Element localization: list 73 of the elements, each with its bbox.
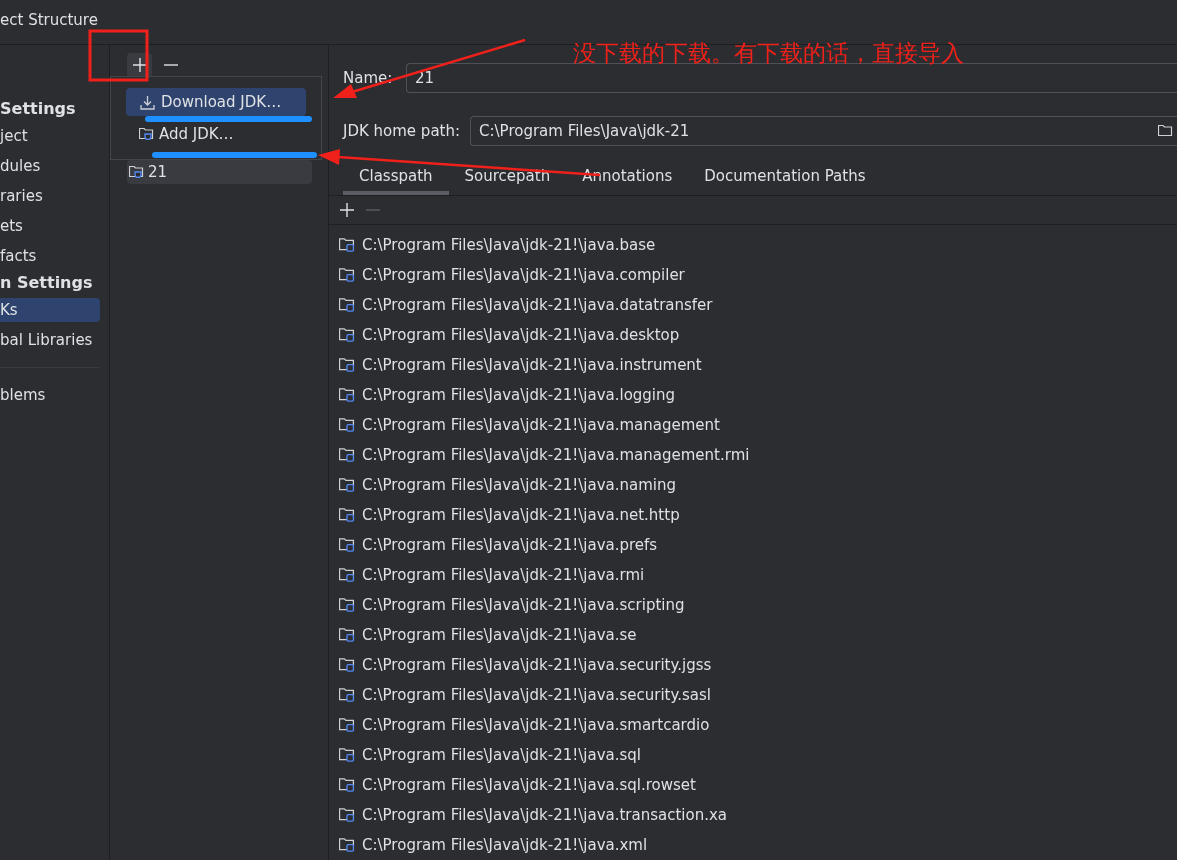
tab[interactable]: Documentation Paths: [688, 160, 882, 195]
classpath-entry[interactable]: C:\Program Files\Java\jdk-21!\java.prefs: [362, 536, 658, 554]
folder-icon: [339, 838, 355, 852]
folder-icon: [339, 328, 355, 342]
classpath-entry[interactable]: C:\Program Files\Java\jdk-21!\java.naming: [362, 476, 676, 494]
folder-icon: [339, 598, 355, 612]
sdk-list-item[interactable]: 21: [127, 160, 312, 184]
folder-icon: [339, 778, 355, 792]
folder-icon: [339, 538, 355, 552]
classpath-entry[interactable]: C:\Program Files\Java\jdk-21!\java.net.http: [362, 506, 680, 524]
sidebar-item[interactable]: ets: [0, 211, 100, 241]
classpath-entry[interactable]: C:\Program Files\Java\jdk-21!\java.logging: [362, 386, 676, 404]
plus-icon: [339, 202, 355, 218]
folder-icon: [339, 478, 355, 492]
folder-icon: [339, 448, 355, 462]
classpath-entry[interactable]: C:\Program Files\Java\jdk-21!\java.management.rmi: [362, 446, 750, 464]
add-button[interactable]: [337, 200, 357, 220]
folder-cup-icon: [129, 166, 144, 178]
folder-icon: [339, 658, 355, 672]
folder-icon: [1158, 125, 1173, 137]
menu-item[interactable]: Download JDK…: [126, 88, 306, 116]
highlight-frame: [88, 29, 149, 82]
classpath-entry[interactable]: C:\Program Files\Java\jdk-21!\java.smartcardio: [362, 716, 710, 734]
home-path-label: JDK home path:: [343, 122, 461, 140]
folder-icon: [339, 688, 355, 702]
classpath-entry[interactable]: C:\Program Files\Java\jdk-21!\java.security.sasl: [362, 686, 711, 704]
classpath-entry[interactable]: C:\Program Files\Java\jdk-21!\java.datatransfer: [362, 296, 713, 314]
folder-icon: [339, 358, 355, 372]
sidebar-item[interactable]: ject: [0, 121, 100, 151]
minus-icon: [366, 209, 380, 211]
folder-icon: [339, 808, 355, 822]
classpath-entry[interactable]: C:\Program Files\Java\jdk-21!\java.base: [362, 236, 656, 254]
sidebar-item[interactable]: Ks: [0, 298, 100, 322]
sdk-name: 21: [148, 163, 168, 181]
folder-icon: [339, 748, 355, 762]
folder-icon: [339, 238, 355, 252]
sidebar-item[interactable]: bal Libraries: [0, 325, 100, 355]
classpath-entry[interactable]: C:\Program Files\Java\jdk-21!\java.sql.rowset: [362, 776, 696, 794]
classpath-entry[interactable]: C:\Program Files\Java\jdk-21!\java.xml: [362, 836, 648, 854]
tab[interactable]: Annotations: [566, 160, 689, 195]
home-path-field[interactable]: C:\Program Files\Java\jdk-21: [470, 116, 1177, 146]
classpath-entry[interactable]: C:\Program Files\Java\jdk-21!\java.scripting: [362, 596, 685, 614]
folder-icon: [339, 298, 355, 312]
menu-item[interactable]: Add JDK…: [126, 120, 306, 148]
classpath-entry[interactable]: C:\Program Files\Java\jdk-21!\java.desktop: [362, 326, 680, 344]
sidebar-item[interactable]: facts: [0, 241, 100, 271]
classpath-entry[interactable]: C:\Program Files\Java\jdk-21!\java.instrument: [362, 356, 702, 374]
tab[interactable]: Classpath: [343, 160, 449, 195]
classpath-entry[interactable]: C:\Program Files\Java\jdk-21!\java.compiler: [362, 266, 685, 284]
folder-icon: [339, 388, 355, 402]
sidebar-item[interactable]: dules: [0, 151, 100, 181]
classpath-entry[interactable]: C:\Program Files\Java\jdk-21!\java.se: [362, 626, 637, 644]
minus-icon: [163, 64, 178, 66]
classpath-entry[interactable]: C:\Program Files\Java\jdk-21!\java.security.jgss: [362, 656, 712, 674]
folder-icon: [339, 418, 355, 432]
classpath-entry[interactable]: C:\Program Files\Java\jdk-21!\java.sql: [362, 746, 641, 764]
folder-icon: [339, 568, 355, 582]
folder-icon: [339, 508, 355, 522]
folder-icon: [339, 268, 355, 282]
sidebar-item[interactable]: blems: [0, 380, 100, 410]
section-header: n Settings: [0, 272, 94, 294]
classpath-entry[interactable]: C:\Program Files\Java\jdk-21!\java.rmi: [362, 566, 645, 584]
folder-icon: [339, 628, 355, 642]
sidebar-item[interactable]: raries: [0, 181, 100, 211]
plus-icon: [131, 57, 148, 73]
section-header: Settings: [0, 98, 77, 120]
folder-icon: [339, 718, 355, 732]
classpath-entry[interactable]: C:\Program Files\Java\jdk-21!\java.management: [362, 416, 720, 434]
folder-cup-icon: [139, 128, 154, 140]
tab[interactable]: Sourcepath: [448, 160, 567, 195]
name-label: Name:: [343, 69, 394, 87]
download-icon: [139, 93, 156, 111]
classpath-entry[interactable]: C:\Program Files\Java\jdk-21!\java.transaction.xa: [362, 806, 728, 824]
